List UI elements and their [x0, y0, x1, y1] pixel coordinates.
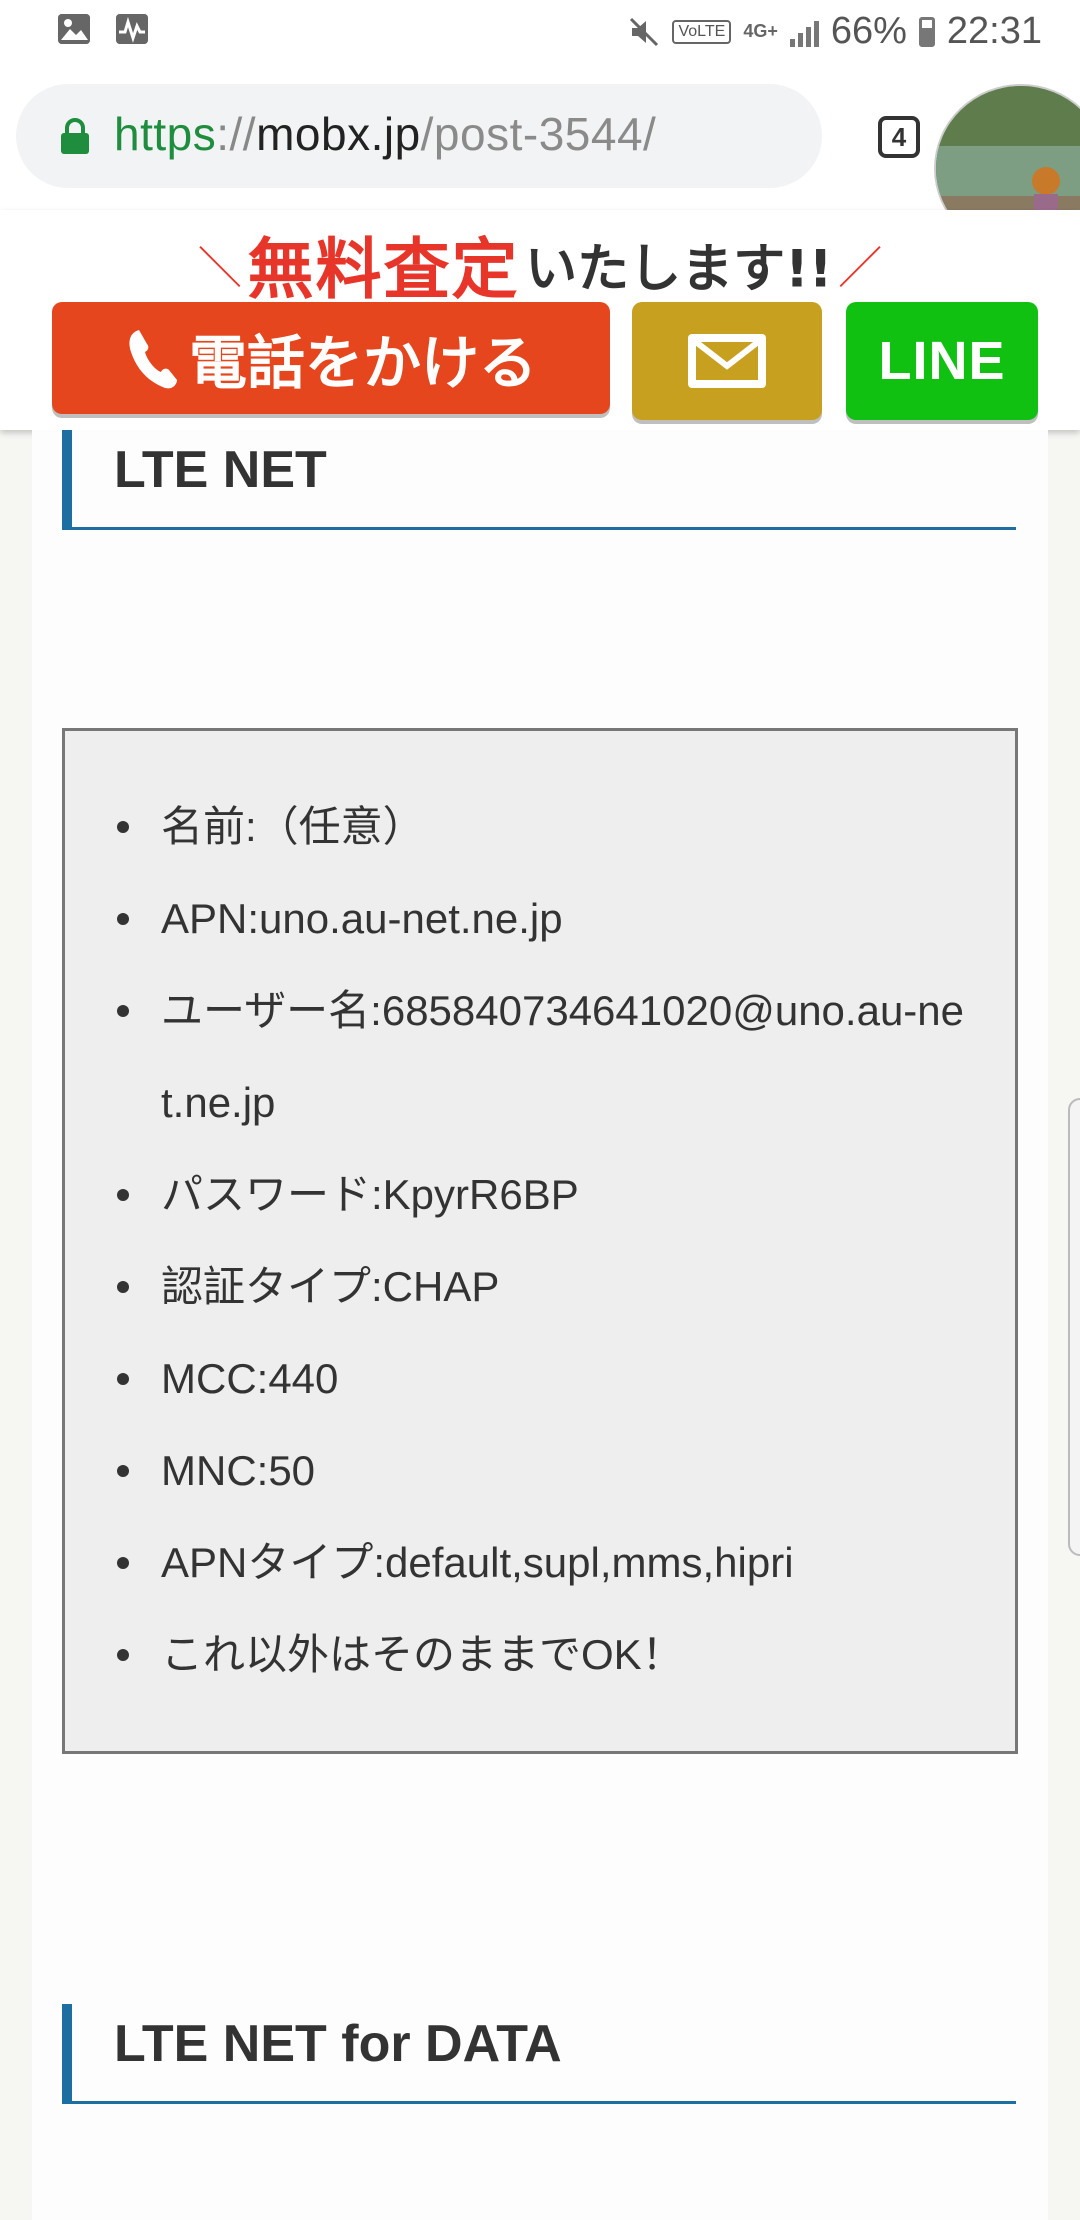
address-bar[interactable]: https://mobx.jp/post-3544/	[16, 84, 822, 188]
list-item: これ以外はそのままでOK！	[65, 1609, 1015, 1701]
signal-icon	[789, 17, 819, 47]
list-item: APN:uno.au-net.ne.jp	[65, 873, 1015, 965]
battery-percent: 66%	[830, 10, 907, 52]
url-scheme: https	[114, 108, 217, 160]
url-host: mobx.jp	[256, 108, 421, 160]
url-text[interactable]: https://mobx.jp/post-3544/	[114, 106, 656, 162]
section-heading-lte-net-for-data: LTE NET for DATA	[62, 2004, 1016, 2104]
notification-icons	[58, 14, 148, 44]
gallery-icon	[58, 14, 90, 44]
tab-switcher-button[interactable]: 4	[878, 116, 920, 158]
list-item: MNC:50	[65, 1425, 1015, 1517]
call-button[interactable]: 電話をかける	[52, 302, 610, 414]
list-item: APNタイプ:default,supl,mms,hipri	[65, 1517, 1015, 1609]
banner-highlight: 無料査定	[247, 231, 520, 308]
call-button-label: 電話をかける	[188, 329, 537, 397]
clock: 22:31	[946, 10, 1042, 52]
list-item: 認証タイプ:CHAP	[65, 1241, 1015, 1333]
status-bar: VoLTE 4G+ 66% 22:31	[0, 0, 1080, 64]
network-type: 4G+	[743, 21, 778, 41]
apn-settings-box: 名前:（任意） APN:uno.au-net.ne.jp ユーザー名:68584…	[62, 728, 1018, 1754]
scrollbar-thumb[interactable]	[1068, 1098, 1080, 1556]
mail-button[interactable]	[632, 302, 822, 420]
envelope-icon	[688, 334, 766, 388]
section-title: LTE NET for DATA	[114, 2015, 562, 2073]
section-title: LTE NET	[114, 441, 327, 499]
url-separator: ://	[216, 108, 257, 160]
battery-icon	[918, 16, 935, 47]
phone-icon	[129, 330, 177, 389]
section-heading-lte-net: LTE NET	[62, 430, 1016, 530]
list-item: 名前:（任意）	[65, 781, 1015, 873]
apn-settings-list: 名前:（任意） APN:uno.au-net.ne.jp ユーザー名:68584…	[65, 781, 1015, 1701]
banner-headline: ＼ 無料査定 いたします!! ／	[0, 216, 1080, 312]
volte-badge: VoLTE	[672, 19, 732, 44]
article-content: LTE NET 名前:（任意） APN:uno.au-net.ne.jp ユーザ…	[32, 430, 1048, 2220]
url-path: /post-3544/	[420, 108, 657, 160]
list-item: MCC:440	[65, 1333, 1015, 1425]
banner-rest: いたします!!	[525, 239, 833, 300]
lock-icon	[61, 118, 89, 154]
line-button[interactable]: LINE	[846, 302, 1038, 420]
list-item: ユーザー名:685840734641020@uno.au-net.ne.jp	[65, 965, 1015, 1149]
banner-slash-right: ／	[838, 243, 883, 294]
activity-icon	[116, 14, 148, 44]
banner-slash-left: ＼	[197, 243, 242, 294]
mute-icon	[630, 17, 659, 46]
browser-toolbar: https://mobx.jp/post-3544/ 4	[0, 64, 1080, 253]
list-item: パスワード:KpyrR6BP	[65, 1149, 1015, 1241]
system-indicators: VoLTE 4G+ 66% 22:31	[628, 10, 1042, 53]
contact-banner: ＼ 無料査定 いたします!! ／ 電話をかける LINE	[0, 210, 1080, 430]
